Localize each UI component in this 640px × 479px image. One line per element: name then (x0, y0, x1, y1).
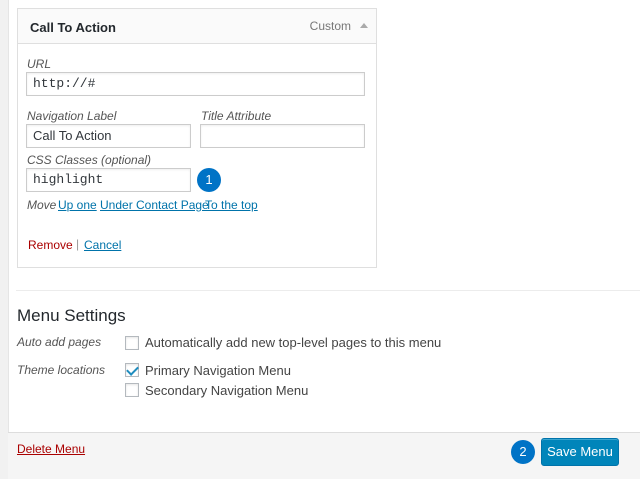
action-divider: | (76, 237, 80, 251)
primary-navigation-label[interactable]: Primary Navigation Menu (145, 363, 291, 378)
save-menu-button[interactable]: Save Menu (541, 438, 619, 466)
secondary-navigation-label[interactable]: Secondary Navigation Menu (145, 383, 308, 398)
move-to-top-link[interactable]: To the top (205, 198, 258, 212)
url-field[interactable]: http://# (26, 72, 365, 96)
navigation-label-field[interactable]: Call To Action (26, 124, 191, 148)
checkmark-icon (126, 363, 139, 376)
callout-badge-1: 1 (197, 168, 221, 192)
auto-add-option-label[interactable]: Automatically add new top-level pages to… (145, 335, 441, 350)
callout-badge-2: 2 (511, 440, 535, 464)
title-attribute-field[interactable] (200, 124, 365, 148)
cancel-link[interactable]: Cancel (84, 238, 121, 252)
move-under-contact-link[interactable]: Under Contact Page (100, 198, 209, 212)
css-classes-label: CSS Classes (optional) (27, 153, 152, 167)
secondary-navigation-checkbox[interactable] (125, 383, 139, 397)
collapse-arrow-icon[interactable] (360, 23, 368, 28)
css-classes-field[interactable]: highlight (26, 168, 191, 192)
menu-settings-heading: Menu Settings (17, 306, 126, 325)
title-attribute-label: Title Attribute (201, 109, 272, 123)
url-label: URL (27, 57, 52, 71)
theme-locations-label: Theme locations (17, 363, 106, 377)
navigation-label-label: Navigation Label (27, 109, 117, 123)
primary-navigation-checkbox[interactable] (125, 363, 139, 377)
delete-menu-link[interactable]: Delete Menu (17, 442, 85, 456)
section-divider (16, 290, 640, 291)
auto-add-checkbox[interactable] (125, 336, 139, 350)
menu-item-handle[interactable]: Call To Action Custom (18, 9, 376, 44)
auto-add-pages-label: Auto add pages (17, 335, 102, 349)
move-label: Move (27, 198, 57, 212)
menu-item-title: Call To Action (30, 20, 116, 35)
move-up-one-link[interactable]: Up one (58, 198, 97, 212)
menu-item-type: Custom (309, 19, 351, 33)
remove-link[interactable]: Remove (28, 238, 73, 252)
